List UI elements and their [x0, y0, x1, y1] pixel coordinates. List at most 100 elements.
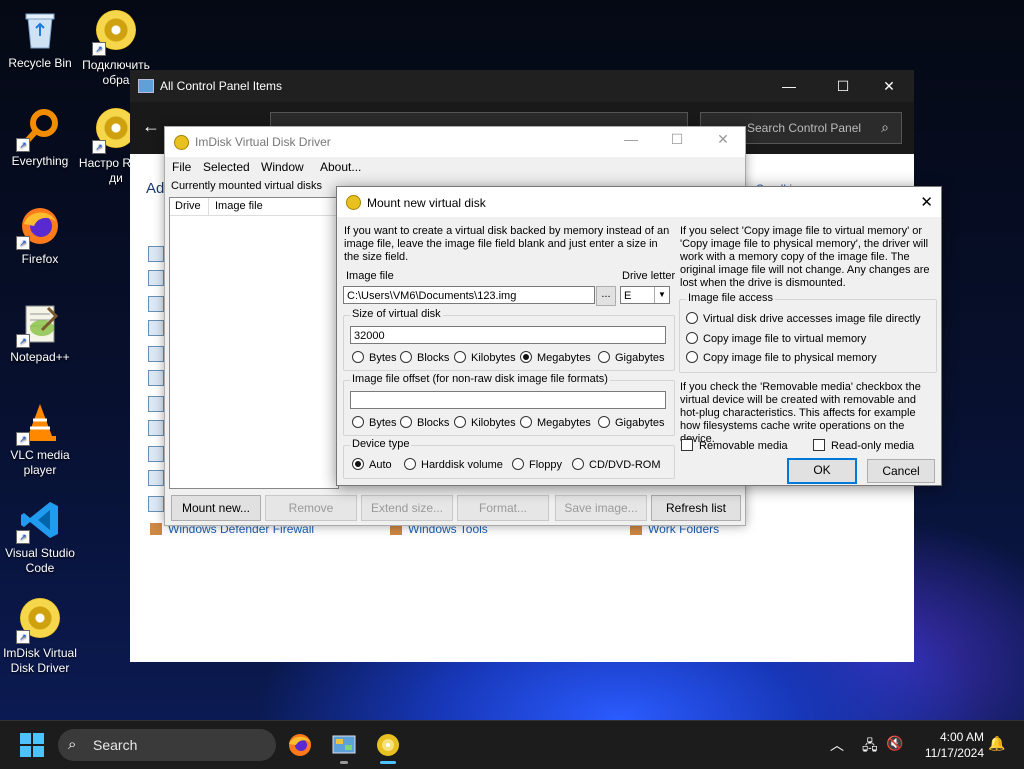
maximize-icon[interactable]: ☐ [657, 131, 697, 148]
radio-icon [400, 416, 412, 428]
offset-unit-megabytes[interactable]: Megabytes [520, 416, 591, 429]
control-panel-item-icon[interactable] [148, 420, 164, 436]
imdisk-menubar: File Selected Window About... [165, 157, 745, 177]
format-button[interactable]: Format... [457, 495, 549, 521]
radio-selected-icon [352, 458, 364, 470]
column-divider [208, 198, 209, 215]
menu-selected[interactable]: Selected [203, 160, 250, 174]
taskbar-search-box[interactable]: ⌕ Search [58, 729, 276, 761]
control-panel-item-icon[interactable] [148, 396, 164, 412]
image-file-access-group: Image file access Virtual disk drive acc… [679, 292, 937, 373]
image-file-label: Image file [346, 270, 394, 282]
read-only-media-checkbox[interactable]: Read-only media [813, 439, 914, 452]
column-drive[interactable]: Drive [175, 200, 201, 212]
offset-unit-blocks[interactable]: Blocks [400, 416, 449, 429]
control-panel-titlebar[interactable]: All Control Panel Items — ☐ ✕ [130, 70, 914, 102]
network-icon[interactable]: 🖧 [862, 735, 878, 759]
refresh-list-button[interactable]: Refresh list [651, 495, 741, 521]
disc-icon: ↗ [92, 10, 138, 56]
offset-unit-kilobytes[interactable]: Kilobytes [454, 416, 516, 429]
mounted-disks-list[interactable]: Drive Image file [169, 197, 339, 489]
memory-disk-info: If you want to create a virtual disk bac… [344, 225, 670, 263]
control-panel-item-icon[interactable] [148, 446, 164, 462]
menu-file[interactable]: File [172, 160, 191, 174]
radio-selected-icon [520, 351, 532, 363]
firefox-icon [289, 734, 311, 756]
image-file-input[interactable]: C:\Users\VM6\Documents\123.img [343, 286, 595, 304]
notification-bell-icon[interactable]: 🔔 [988, 735, 1005, 752]
extend-size-button[interactable]: Extend size... [361, 495, 453, 521]
back-arrow-icon[interactable]: ← [142, 116, 160, 137]
size-unit-bytes[interactable]: Bytes [352, 351, 397, 364]
removable-media-checkbox[interactable]: Removable media [681, 439, 788, 452]
desktop-icon-vscode[interactable]: ↗ Visual Studio Code [0, 498, 80, 576]
access-copy-physical[interactable]: Copy image file to physical memory [686, 351, 877, 364]
image-file-access-label: Image file access [686, 292, 775, 304]
access-direct[interactable]: Virtual disk drive accesses image file d… [686, 312, 920, 325]
offset-input[interactable] [350, 391, 666, 409]
size-group-label: Size of virtual disk [350, 308, 443, 320]
remove-button[interactable]: Remove [265, 495, 357, 521]
disk-size-input[interactable]: 32000 [350, 326, 666, 344]
close-icon[interactable]: ✕ [866, 74, 912, 98]
maximize-icon[interactable]: ☐ [820, 74, 866, 98]
close-icon[interactable]: ✕ [920, 193, 933, 211]
imdisk-title: ImDisk Virtual Disk Driver [195, 135, 331, 149]
clock-time: 4:00 AM [939, 730, 984, 744]
offset-unit-gigabytes[interactable]: Gigabytes [598, 416, 665, 429]
control-panel-item-icon[interactable] [148, 370, 164, 386]
volume-muted-icon[interactable]: 🔇 [886, 735, 903, 752]
mount-dialog[interactable]: Mount new virtual disk ✕ If you want to … [336, 186, 942, 486]
checkbox-icon [681, 439, 693, 451]
imdisk-app-icon [174, 135, 189, 150]
desktop-icon-everything[interactable]: ↗ Everything [0, 106, 80, 169]
control-panel-item-icon[interactable] [148, 470, 164, 486]
imdisk-titlebar[interactable]: ImDisk Virtual Disk Driver — ☐ ✕ [165, 127, 745, 157]
column-image-file[interactable]: Image file [215, 200, 263, 212]
device-type-harddisk[interactable]: Harddisk volume [404, 458, 503, 471]
control-panel-item-icon[interactable] [148, 346, 164, 362]
chevron-up-icon[interactable]: ︿ [830, 735, 844, 755]
desktop-icon-firefox[interactable]: ↗ Firefox [0, 204, 80, 267]
control-panel-item-icon[interactable] [148, 496, 164, 512]
mount-new-button[interactable]: Mount new... [171, 495, 261, 521]
size-unit-blocks[interactable]: Blocks [400, 351, 449, 364]
desktop-icon-imdisk[interactable]: ↗ ImDisk Virtual Disk Driver [0, 596, 80, 676]
access-copy-virtual[interactable]: Copy image file to virtual memory [686, 332, 866, 345]
taskbar-imdisk[interactable] [370, 727, 406, 764]
ok-button[interactable]: OK [787, 458, 857, 484]
minimize-icon[interactable]: — [766, 74, 812, 98]
offset-unit-bytes[interactable]: Bytes [352, 416, 397, 429]
everything-search-icon: ↗ [16, 106, 62, 152]
control-panel-item-icon[interactable] [148, 270, 164, 286]
device-type-floppy[interactable]: Floppy [512, 458, 562, 471]
control-panel-item-icon[interactable] [148, 320, 164, 336]
radio-icon [352, 351, 364, 363]
control-panel-icon [332, 735, 356, 754]
mount-dialog-titlebar[interactable]: Mount new virtual disk ✕ [337, 187, 941, 217]
cancel-button[interactable]: Cancel [867, 459, 935, 483]
close-icon[interactable]: ✕ [703, 131, 743, 148]
menu-about[interactable]: About... [320, 160, 361, 174]
browse-button[interactable]: ... [596, 286, 616, 306]
control-panel-item-icon[interactable] [148, 296, 164, 312]
desktop-icon-recycle-bin[interactable]: Recycle Bin [0, 8, 80, 71]
control-panel-item-icon[interactable] [148, 246, 164, 262]
device-type-auto[interactable]: Auto [352, 458, 392, 471]
device-type-cdrom[interactable]: CD/DVD-ROM [572, 458, 661, 471]
desktop-icon-notepad-plus-plus[interactable]: ↗ Notepad++ [0, 302, 80, 365]
windows-start-icon[interactable] [20, 733, 44, 757]
size-unit-megabytes[interactable]: Megabytes [520, 351, 591, 364]
control-panel-title: All Control Panel Items [160, 79, 283, 93]
taskbar-firefox[interactable] [282, 727, 318, 763]
size-unit-kilobytes[interactable]: Kilobytes [454, 351, 516, 364]
menu-window[interactable]: Window [261, 160, 304, 174]
desktop-icon-vlc[interactable]: ↗ VLC media player [0, 400, 80, 478]
minimize-icon[interactable]: — [611, 131, 651, 147]
drive-letter-select[interactable]: E ▼ [620, 286, 670, 304]
save-image-button[interactable]: Save image... [555, 495, 647, 521]
adjust-settings-heading: Ad [146, 180, 165, 197]
taskbar-control-panel[interactable] [326, 727, 362, 764]
size-unit-gigabytes[interactable]: Gigabytes [598, 351, 665, 364]
taskbar-clock[interactable]: 4:00 AM 11/17/2024 [912, 729, 984, 761]
